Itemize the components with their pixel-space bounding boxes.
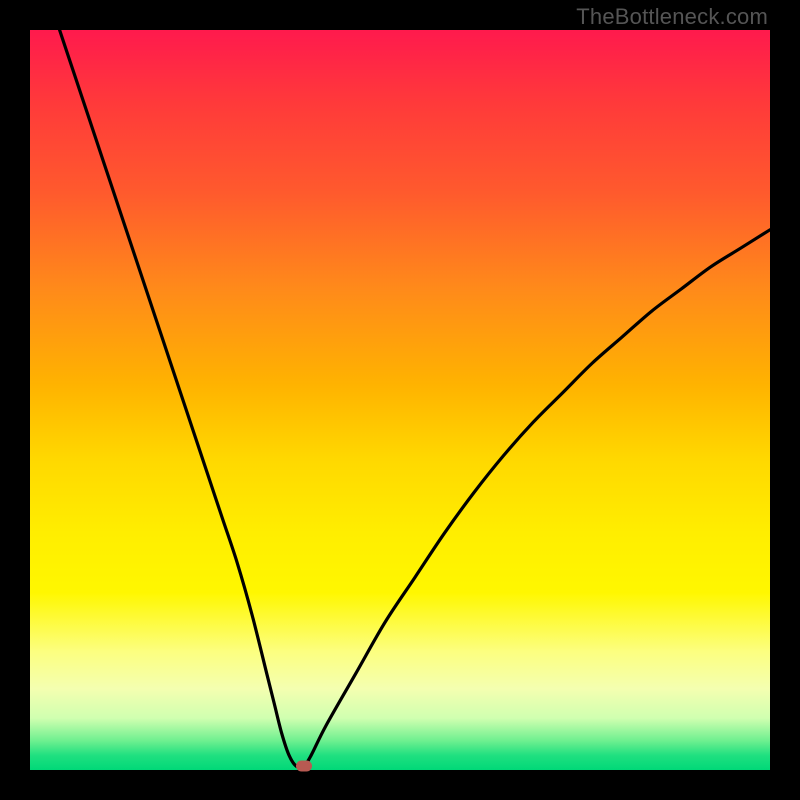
watermark-text: TheBottleneck.com (576, 4, 768, 30)
bottleneck-curve-line (60, 30, 770, 768)
plot-area (30, 30, 770, 770)
curve-svg (30, 30, 770, 770)
optimal-point-marker (296, 761, 312, 772)
chart-frame: TheBottleneck.com (0, 0, 800, 800)
